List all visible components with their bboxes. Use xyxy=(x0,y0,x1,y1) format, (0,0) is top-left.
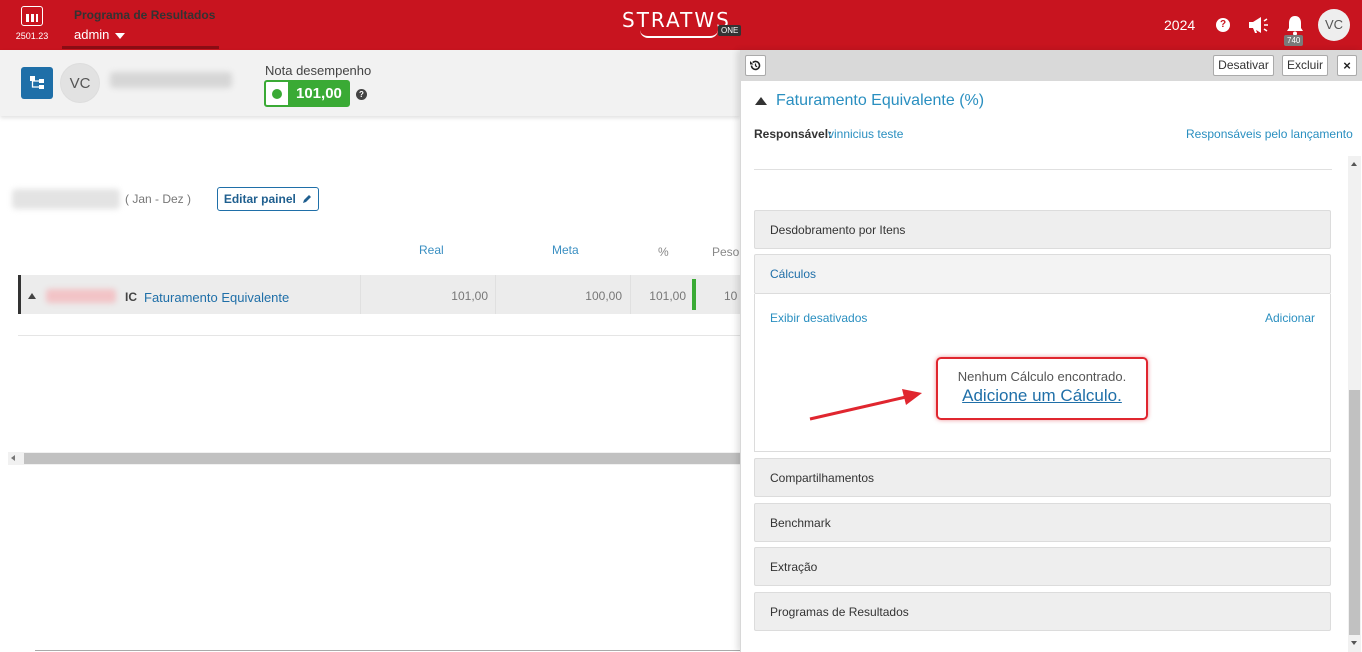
section-compartilhamentos[interactable]: Compartilhamentos xyxy=(754,458,1331,497)
column-header-meta[interactable]: Meta xyxy=(552,243,579,257)
notification-count: 740 xyxy=(1284,35,1304,46)
dashboard-icon xyxy=(21,6,43,26)
chevron-down-icon xyxy=(115,32,126,39)
close-icon[interactable]: × xyxy=(1337,55,1357,76)
cell-peso: 10 xyxy=(724,289,738,303)
status-bar xyxy=(692,279,696,310)
active-underline xyxy=(62,46,219,49)
responsavel-link[interactable]: vinnicius teste xyxy=(828,127,903,141)
empty-state-highlight: Nenhum Cálculo encontrado. Adicione um C… xyxy=(936,357,1148,420)
avatar[interactable]: VC xyxy=(1318,9,1350,41)
add-calculo-link[interactable]: Adicionar xyxy=(1265,311,1315,325)
help-icon[interactable]: ? xyxy=(1216,18,1230,32)
vertical-scrollbar[interactable] xyxy=(1348,156,1361,652)
megaphone-icon[interactable] xyxy=(1247,16,1269,34)
performance-value: 101,00 xyxy=(296,85,342,102)
app-menu-button[interactable]: 2501.23 xyxy=(13,6,51,44)
divider xyxy=(18,335,740,336)
year-selector[interactable]: 2024 xyxy=(1164,17,1195,33)
annotation-arrow-icon xyxy=(809,389,922,421)
section-benchmark[interactable]: Benchmark xyxy=(754,503,1331,542)
scrollbar-thumb[interactable] xyxy=(1349,390,1360,635)
program-title: Programa de Resultados xyxy=(74,8,216,22)
cell-meta: 100,00 xyxy=(585,289,622,303)
row-code-redacted xyxy=(46,289,116,303)
cell-percent: 101,00 xyxy=(649,289,686,303)
logo-badge: ONE xyxy=(718,25,742,36)
user-dropdown-label: admin xyxy=(74,27,110,42)
panel-title: Faturamento Equivalente (%) xyxy=(776,92,985,109)
user-dropdown[interactable]: admin xyxy=(74,27,126,42)
column-header-real[interactable]: Real xyxy=(419,243,444,257)
logo: STRATWS xyxy=(622,8,731,32)
deactivate-button[interactable]: Desativar xyxy=(1213,55,1274,76)
divider xyxy=(35,650,740,651)
divider xyxy=(754,169,1332,170)
tree-view-button[interactable] xyxy=(21,67,53,99)
section-extracao[interactable]: Extração xyxy=(754,547,1331,586)
indicator-link[interactable]: Faturamento Equivalente xyxy=(144,290,289,305)
scrollbar-thumb[interactable] xyxy=(24,453,740,464)
bell-icon[interactable] xyxy=(1285,14,1305,36)
collapse-icon[interactable] xyxy=(755,97,767,105)
help-icon[interactable]: ? xyxy=(356,89,367,100)
section-programas[interactable]: Programas de Resultados xyxy=(754,592,1331,631)
history-icon xyxy=(750,60,761,71)
history-button[interactable] xyxy=(745,55,766,76)
period-label: ( Jan - Dez ) xyxy=(125,192,192,206)
user-name-redacted xyxy=(110,72,232,88)
column-header-percent: % xyxy=(658,245,669,259)
edit-panel-button[interactable]: Editar painel xyxy=(217,187,319,211)
horizontal-scrollbar[interactable] xyxy=(8,452,740,465)
app-version: 2501.23 xyxy=(15,31,49,41)
edit-panel-label: Editar painel xyxy=(223,192,296,206)
panel-name-redacted xyxy=(12,189,120,209)
cell-real: 101,00 xyxy=(451,289,488,303)
empty-state-text: Nenhum Cálculo encontrado. xyxy=(957,369,1127,384)
responsaveis-lancamento-link[interactable]: Responsáveis pelo lançamento xyxy=(1186,127,1353,141)
pencil-icon xyxy=(303,195,312,203)
row-type: IC xyxy=(125,290,137,304)
column-header-peso: Peso xyxy=(712,245,740,259)
performance-score: 101,00 xyxy=(264,80,350,107)
section-calculos[interactable]: Cálculos xyxy=(754,254,1331,294)
responsavel-label: Responsável: xyxy=(754,127,833,141)
performance-label: Nota desempenho xyxy=(265,63,372,78)
hierarchy-icon xyxy=(30,76,44,89)
collapse-icon[interactable] xyxy=(28,293,36,299)
add-calculo-empty-link[interactable]: Adicione um Cálculo. xyxy=(938,386,1146,406)
status-dot-icon xyxy=(272,89,282,99)
user-avatar: VC xyxy=(60,63,100,103)
logo-swoosh xyxy=(640,30,718,38)
show-disabled-link[interactable]: Exibir desativados xyxy=(770,311,867,325)
scroll-down-icon[interactable] xyxy=(1351,641,1357,645)
delete-button[interactable]: Excluir xyxy=(1282,55,1328,76)
scroll-up-icon[interactable] xyxy=(1351,162,1357,166)
section-desdobramento[interactable]: Desdobramento por Itens xyxy=(754,210,1331,249)
scroll-left-icon[interactable] xyxy=(11,455,15,461)
